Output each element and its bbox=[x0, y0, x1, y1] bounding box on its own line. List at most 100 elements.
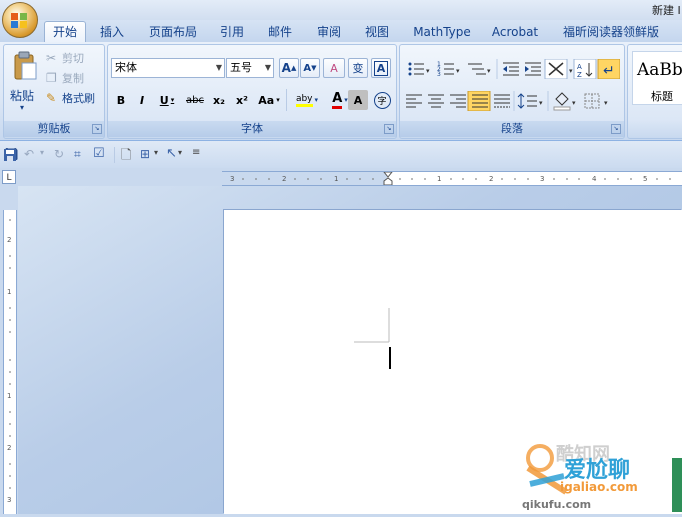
format-painter-label: 格式刷 bbox=[62, 92, 95, 105]
paragraph-group-label: 段落 bbox=[400, 121, 624, 137]
paragraph-launcher-icon[interactable]: ↘ bbox=[611, 124, 621, 134]
format-painter-button[interactable]: ✎ 格式刷 bbox=[46, 89, 95, 107]
character-border-button[interactable]: A bbox=[371, 58, 391, 78]
pointer-dropdown-icon[interactable]: ▾ bbox=[178, 148, 182, 157]
grow-font-button[interactable]: A ▲ bbox=[279, 58, 299, 78]
decrease-indent-icon[interactable] bbox=[503, 62, 519, 76]
tab-page-layout[interactable]: 页面布局 bbox=[143, 22, 203, 42]
strikethrough-button[interactable]: abc bbox=[184, 90, 206, 110]
superscript-button[interactable]: x² bbox=[232, 90, 252, 110]
clipboard-launcher-icon[interactable]: ↘ bbox=[92, 124, 102, 134]
paste-button[interactable]: 粘贴 ▾ bbox=[8, 49, 42, 115]
tab-label: 视图 bbox=[364, 25, 389, 39]
pointer-icon[interactable]: ↖ bbox=[166, 146, 177, 161]
cut-button[interactable]: ✂ 剪切 bbox=[46, 49, 84, 67]
font-name-combo[interactable]: 宋体 ▼ bbox=[111, 58, 225, 78]
customize-qat-icon[interactable]: ≡ bbox=[192, 147, 200, 158]
tab-review[interactable]: 审阅 bbox=[309, 22, 349, 42]
draw-table-icon[interactable]: ⌗ bbox=[74, 147, 81, 162]
clear-formatting-icon: A bbox=[330, 61, 338, 75]
style-heading[interactable]: AaBb 标题 bbox=[632, 51, 682, 105]
office-button[interactable] bbox=[2, 2, 38, 38]
svg-text:▾: ▾ bbox=[456, 67, 460, 75]
multilevel-list-icon[interactable]: ▾ bbox=[468, 63, 491, 75]
table-dropdown-icon[interactable]: ▾ bbox=[154, 148, 158, 157]
italic-icon: I bbox=[139, 93, 145, 107]
paragraph-top-row: ▾ 1 2 3 ▾ ▾ ▾ AZ ↵ bbox=[408, 59, 620, 79]
line-spacing-icon[interactable]: ▾ bbox=[517, 93, 543, 109]
insert-table-icon[interactable]: ⊞ bbox=[140, 147, 150, 161]
style-preview: AaBb bbox=[637, 60, 682, 80]
copy-button[interactable]: ❐ 复制 bbox=[46, 69, 84, 87]
enclose-characters-button[interactable]: 字 bbox=[372, 90, 392, 110]
phonetic-guide-button[interactable]: 变 bbox=[348, 58, 368, 78]
tab-home[interactable]: 开始 bbox=[44, 21, 86, 43]
increase-indent-icon[interactable] bbox=[525, 62, 541, 76]
paint-bucket-icon[interactable]: ▾ bbox=[553, 92, 576, 111]
svg-text:3: 3 bbox=[437, 71, 441, 78]
watermark: 酷知网 爱尬聊 igaliao.com qikufu.com bbox=[520, 438, 682, 514]
font-size-combo[interactable]: 五号 ▼ bbox=[226, 58, 274, 78]
svg-text:1: 1 bbox=[7, 392, 11, 400]
undo-dropdown-icon[interactable]: ▾ bbox=[40, 148, 44, 157]
svg-text:↵: ↵ bbox=[603, 63, 615, 79]
tab-label: 引用 bbox=[219, 25, 244, 39]
undo-icon[interactable]: ↶ bbox=[24, 147, 34, 161]
tab-label: 插入 bbox=[99, 25, 124, 39]
svg-text:5: 5 bbox=[643, 175, 647, 183]
save-icon[interactable] bbox=[3, 148, 17, 162]
change-case-button[interactable]: Aa ▾ bbox=[255, 90, 283, 110]
bold-button[interactable]: B bbox=[112, 90, 130, 110]
paste-dropdown-arrow-icon[interactable]: ▾ bbox=[20, 103, 24, 112]
watermark-sub-text: igaliao.com bbox=[560, 480, 638, 494]
svg-text:3: 3 bbox=[230, 175, 234, 183]
highlight-button[interactable]: aby ▾ bbox=[290, 90, 324, 110]
tab-view[interactable]: 视图 bbox=[357, 22, 397, 42]
horizontal-ruler[interactable]: 3 2 1 1 2 3 4 5 bbox=[222, 171, 682, 186]
cut-label: 剪切 bbox=[62, 52, 84, 65]
tab-mathtype[interactable]: MathType bbox=[407, 22, 477, 42]
svg-text:A: A bbox=[577, 63, 582, 71]
subscript-button[interactable]: x₂ bbox=[209, 90, 229, 110]
clear-formatting-button[interactable]: A bbox=[323, 58, 345, 78]
svg-text:Z: Z bbox=[577, 71, 582, 79]
dropdown-arrow-icon: ▼ bbox=[215, 63, 222, 72]
tab-mailings[interactable]: 邮件 bbox=[260, 22, 300, 42]
tab-insert[interactable]: 插入 bbox=[92, 22, 132, 42]
tab-stop-selector-icon[interactable]: L bbox=[2, 170, 16, 184]
svg-text:1: 1 bbox=[334, 175, 338, 183]
font-color-icon: A bbox=[332, 91, 343, 109]
character-shading-button[interactable]: A bbox=[348, 90, 368, 110]
tab-label: 福昕阅读器领鲜版 bbox=[562, 25, 659, 39]
edit-icon[interactable]: ☑ bbox=[93, 146, 105, 161]
shrink-font-button[interactable]: A ▼ bbox=[300, 58, 320, 78]
distributed-icon[interactable] bbox=[494, 94, 510, 108]
enclose-characters-icon: 字 bbox=[373, 91, 391, 109]
svg-text:3: 3 bbox=[7, 496, 11, 504]
svg-text:▾: ▾ bbox=[426, 67, 430, 75]
new-document-icon[interactable]: 🗋︎ bbox=[121, 146, 131, 168]
numbering-icon[interactable]: 1 2 3 ▾ bbox=[437, 61, 460, 78]
tab-foxit[interactable]: 福昕阅读器领鲜版 bbox=[556, 22, 666, 42]
svg-text:1: 1 bbox=[7, 288, 11, 296]
vertical-ruler-ticks: 2 1 1 2 3 bbox=[7, 219, 11, 504]
tab-acrobat[interactable]: Acrobat bbox=[485, 22, 545, 42]
font-name-value: 宋体 bbox=[115, 61, 137, 74]
align-center-icon[interactable] bbox=[428, 94, 444, 108]
align-left-icon[interactable] bbox=[406, 94, 422, 108]
borders-icon[interactable]: ▾ bbox=[584, 93, 608, 109]
character-shading-icon: A bbox=[353, 93, 363, 107]
bullets-icon[interactable]: ▾ bbox=[408, 62, 431, 76]
italic-button[interactable]: I bbox=[133, 90, 151, 110]
redo-icon[interactable]: ↻ bbox=[54, 147, 64, 161]
svg-text:▾: ▾ bbox=[569, 67, 573, 75]
tab-label: Acrobat bbox=[491, 25, 539, 39]
svg-text:4: 4 bbox=[592, 175, 597, 183]
svg-text:2: 2 bbox=[7, 236, 11, 244]
vertical-ruler[interactable]: 2 1 1 2 3 bbox=[3, 210, 17, 514]
font-launcher-icon[interactable]: ↘ bbox=[384, 124, 394, 134]
underline-button[interactable]: U ▾ bbox=[154, 90, 180, 110]
show-marks-icon[interactable]: ↵ bbox=[603, 63, 615, 79]
align-right-icon[interactable] bbox=[450, 94, 466, 108]
tab-references[interactable]: 引用 bbox=[212, 22, 252, 42]
